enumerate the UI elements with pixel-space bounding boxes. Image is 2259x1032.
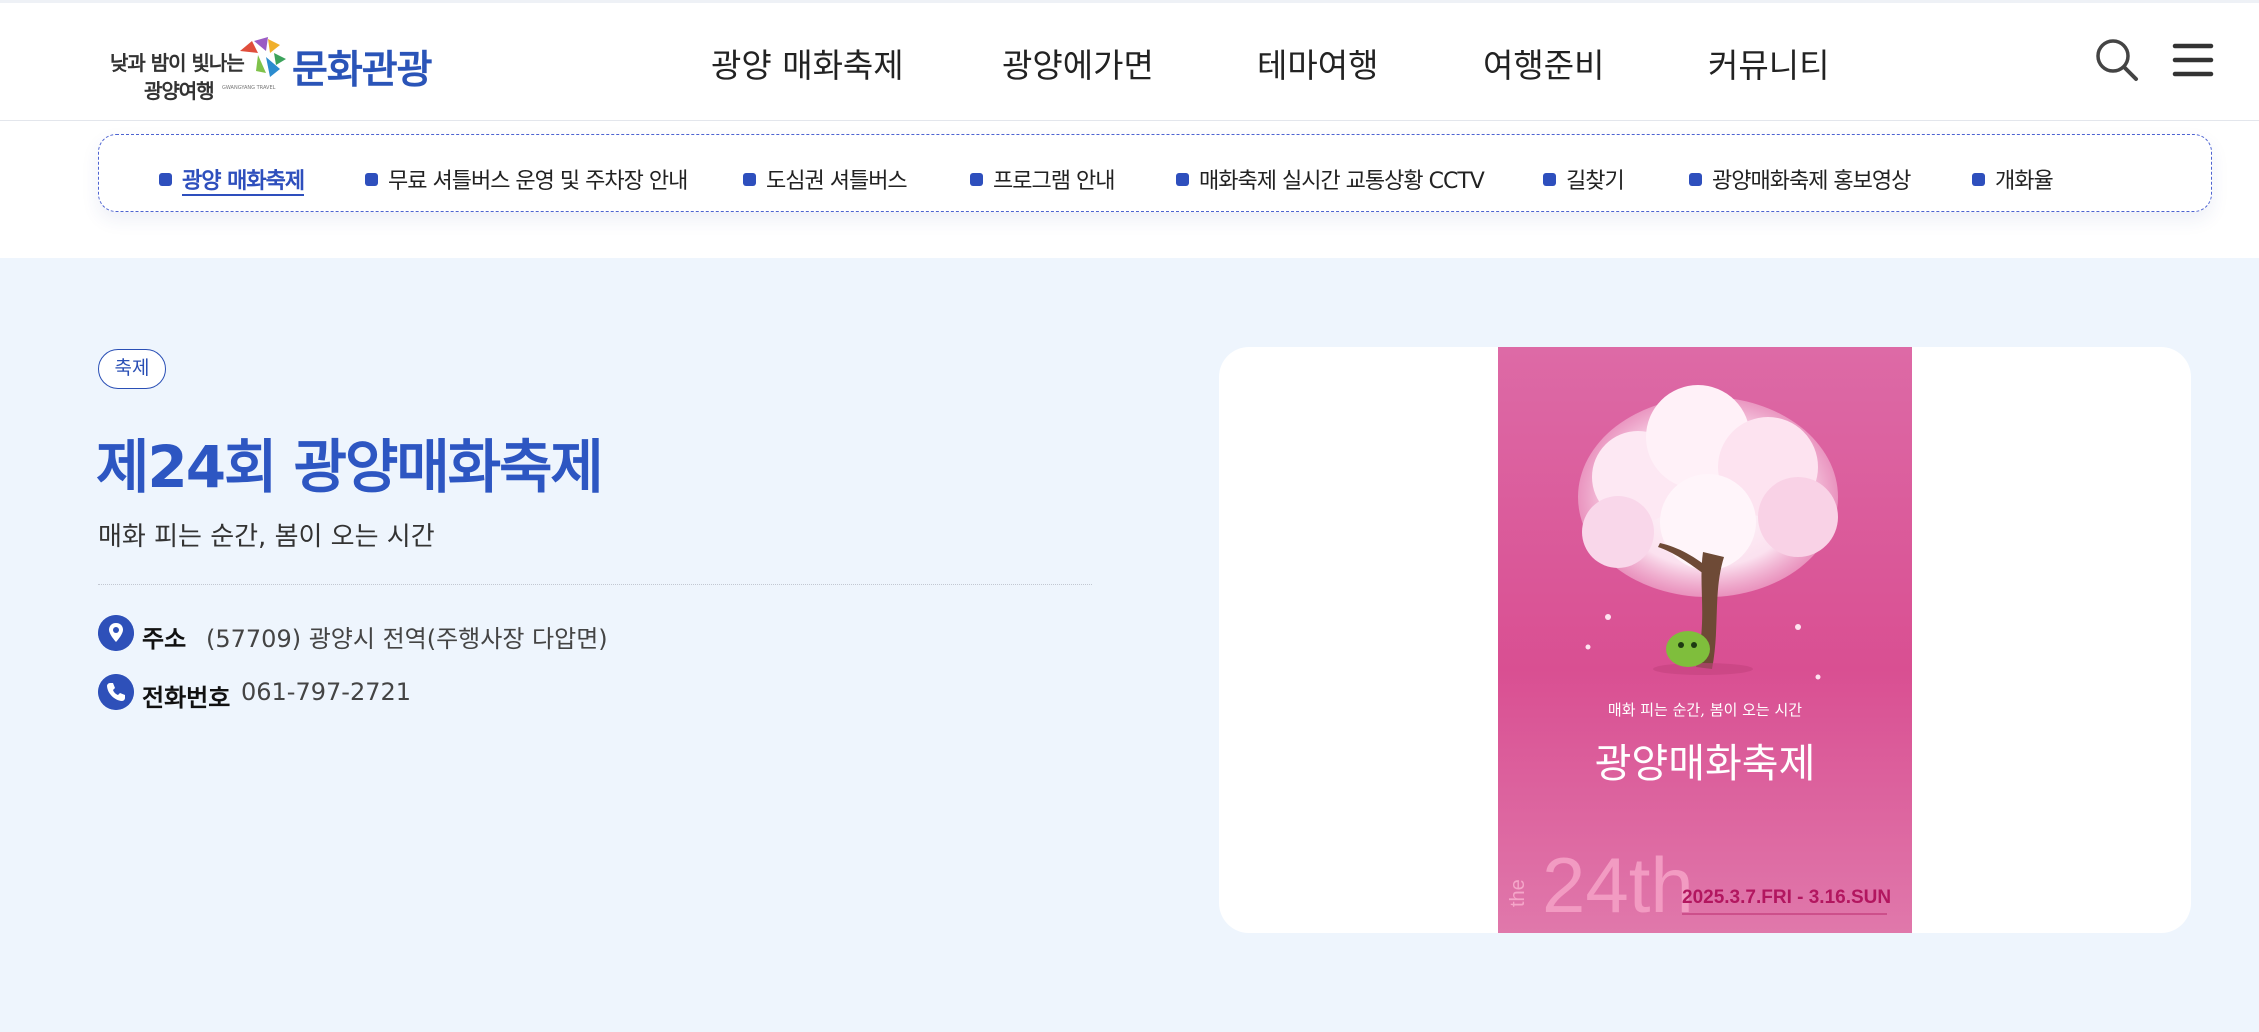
gnb-visit-gwangyang[interactable]: 광양에가면 bbox=[1002, 39, 1154, 85]
divider bbox=[98, 584, 1092, 585]
site-logo[interactable]: 낮과 밤이 빛나는 광양여행 GWANGYANG TRAVEL 문화관광 bbox=[110, 29, 440, 103]
subnav-label: 매화축제 실시간 교통상황 CCTV bbox=[1199, 169, 1485, 194]
bullet-icon bbox=[1543, 173, 1556, 186]
phone-icon bbox=[98, 674, 134, 710]
location-pin-icon bbox=[98, 615, 134, 651]
page-title: 제24회 광양매화축제 bbox=[96, 433, 604, 501]
gnb-travel-prep[interactable]: 여행준비 bbox=[1483, 39, 1604, 85]
bullet-icon bbox=[1176, 173, 1189, 186]
bullet-icon bbox=[743, 173, 756, 186]
category-badge: 축제 bbox=[98, 349, 166, 389]
subnav-label: 길찾기 bbox=[1566, 169, 1625, 194]
gnb-community[interactable]: 커뮤니티 bbox=[1708, 39, 1829, 85]
subnav-item-city-shuttle[interactable]: 도심권 셔틀버스 bbox=[743, 163, 908, 194]
subnav-item-bloom-rate[interactable]: 개화율 bbox=[1972, 163, 2054, 194]
subnav-label: 개화율 bbox=[1995, 169, 2054, 194]
page-subtitle: 매화 피는 순간, 봄이 오는 시간 bbox=[98, 522, 435, 552]
bullet-icon bbox=[970, 173, 983, 186]
bullet-icon bbox=[365, 173, 378, 186]
subnav-item-shuttle-parking[interactable]: 무료 셔틀버스 운영 및 주차장 안내 bbox=[365, 163, 688, 194]
subnav-label: 무료 셔틀버스 운영 및 주차장 안내 bbox=[388, 169, 688, 194]
address-value: (57709) 광양시 전역(주행사장 다압면) bbox=[206, 625, 608, 653]
site-header: 낮과 밤이 빛나는 광양여행 GWANGYANG TRAVEL 문화관광 광양 … bbox=[0, 3, 2259, 121]
festival-subnav: 광양 매화축제 무료 셔틀버스 운영 및 주차장 안내 도심권 셔틀버스 프로그… bbox=[98, 134, 2212, 212]
gnb-theme-travel[interactable]: 테마여행 bbox=[1257, 39, 1378, 85]
subnav-item-program[interactable]: 프로그램 안내 bbox=[970, 163, 1115, 194]
phone-value: 061-797-2721 bbox=[241, 678, 412, 706]
poster-dates: 2025.3.7.FRI - 3.16.SUN bbox=[1682, 887, 1891, 908]
subnav-item-directions[interactable]: 길찾기 bbox=[1543, 163, 1625, 194]
bullet-icon bbox=[1689, 173, 1702, 186]
hamburger-menu-icon[interactable] bbox=[2168, 35, 2218, 85]
logo-petal-icon bbox=[240, 37, 286, 77]
logo-subtitle: 광양여행 bbox=[144, 79, 215, 103]
logo-title: 문화관광 bbox=[292, 48, 433, 93]
poster-title: 광양매화축제 bbox=[1595, 741, 1816, 787]
festival-detail-section: 축제 제24회 광양매화축제 매화 피는 순간, 봄이 오는 시간 주소 (57… bbox=[0, 258, 2259, 1032]
poster-card: 매화 피는 순간, 봄이 오는 시간 광양매화축제 the 24th 2025.… bbox=[1219, 347, 2191, 933]
poster-tagline: 매화 피는 순간, 봄이 오는 시간 bbox=[1608, 701, 1802, 719]
search-icon[interactable] bbox=[2092, 35, 2142, 85]
subnav-item-cctv[interactable]: 매화축제 실시간 교통상황 CCTV bbox=[1176, 163, 1485, 194]
poster-edition: 24th bbox=[1542, 841, 1694, 929]
festival-poster-image[interactable]: 매화 피는 순간, 봄이 오는 시간 광양매화축제 the 24th 2025.… bbox=[1498, 347, 1912, 933]
subnav-item-festival[interactable]: 광양 매화축제 bbox=[159, 163, 305, 196]
poster-edition-prefix: the bbox=[1507, 879, 1529, 907]
bullet-icon bbox=[1972, 173, 1985, 186]
subnav-label: 프로그램 안내 bbox=[993, 169, 1115, 194]
subnav-label: 도심권 셔틀버스 bbox=[766, 169, 908, 194]
subnav-item-promo-video[interactable]: 광양매화축제 홍보영상 bbox=[1689, 163, 1911, 194]
subnav-label: 광양 매화축제 bbox=[182, 169, 305, 196]
address-label: 주소 bbox=[142, 625, 187, 653]
subnav-label: 광양매화축제 홍보영상 bbox=[1712, 169, 1911, 194]
gnb-festival[interactable]: 광양 매화축제 bbox=[711, 39, 904, 85]
bullet-icon bbox=[159, 173, 172, 186]
phone-label: 전화번호 bbox=[142, 684, 231, 712]
